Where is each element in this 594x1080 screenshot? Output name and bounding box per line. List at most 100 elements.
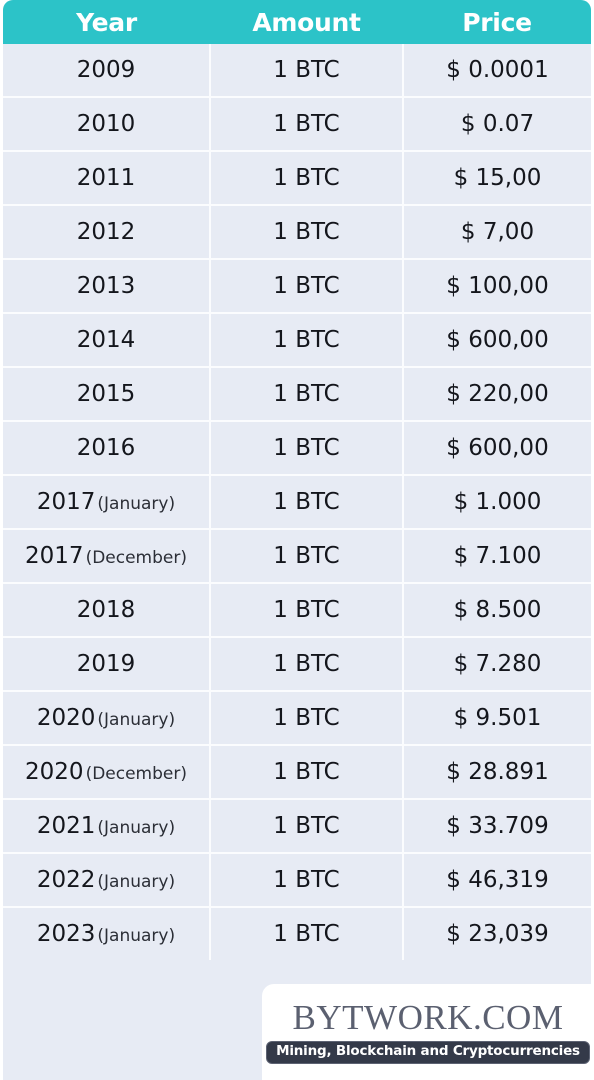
table-row: 2022 (January) 1 BTC $ 46,319: [3, 852, 591, 907]
bitcoin-price-table: Year Amount Price 2009 1 BTC $ 0.0001 2010 1…: [3, 0, 591, 960]
table-row: 2014 1 BTC $ 600,00: [3, 312, 591, 367]
cell-price: $ 0.07: [403, 96, 591, 151]
cell-amount: 1 BTC: [210, 474, 404, 529]
year-value: 2017: [36, 489, 96, 515]
cell-price: $ 600,00: [403, 420, 591, 475]
cell-year: 2012: [3, 204, 211, 259]
cell-amount: 1 BTC: [210, 44, 404, 97]
year-month-note: (January): [97, 494, 176, 514]
cell-amount: 1 BTC: [210, 204, 404, 259]
cell-year: 2017 (December): [3, 528, 211, 583]
table-row: 2013 1 BTC $ 100,00: [3, 258, 591, 313]
table-row: 2019 1 BTC $ 7.280: [3, 636, 591, 691]
cell-price: $ 7.280: [403, 636, 591, 691]
cell-amount: 1 BTC: [210, 150, 404, 205]
table-row: 2012 1 BTC $ 7,00: [3, 204, 591, 259]
cell-amount: 1 BTC: [210, 420, 404, 475]
table-row: 2017 (January) 1 BTC $ 1.000: [3, 474, 591, 529]
cell-amount: 1 BTC: [210, 96, 404, 151]
cell-price: $ 100,00: [403, 258, 591, 313]
cell-amount: 1 BTC: [210, 636, 404, 691]
year-month-note: (January): [97, 818, 176, 838]
year-month-note: (January): [97, 710, 176, 730]
table-row: 2010 1 BTC $ 0.07: [3, 96, 591, 151]
cell-year: 2020 (January): [3, 690, 211, 745]
table-row: 2011 1 BTC $ 15,00: [3, 150, 591, 205]
year-value: 2013: [76, 273, 136, 299]
table-row: 2020 (January) 1 BTC $ 9.501: [3, 690, 591, 745]
year-value: 2009: [76, 57, 136, 83]
cell-year: 2023 (January): [3, 906, 211, 960]
cell-year: 2019: [3, 636, 211, 691]
cell-amount: 1 BTC: [210, 366, 404, 421]
year-value: 2014: [76, 327, 136, 353]
cell-year: 2017 (January): [3, 474, 211, 529]
cell-price: $ 23,039: [403, 906, 591, 960]
cell-price: $ 8.500: [403, 582, 591, 637]
table-body: 2009 1 BTC $ 0.0001 2010 1 BTC $ 0.07 2011 1 BT…: [3, 44, 591, 960]
table-row: 2017 (December) 1 BTC $ 7.100: [3, 528, 591, 583]
year-value: 2019: [76, 651, 136, 677]
table-row: 2018 1 BTC $ 8.500: [3, 582, 591, 637]
table-header: Year Amount Price: [3, 0, 591, 44]
cell-price: $ 220,00: [403, 366, 591, 421]
logo-wordmark: BYTWORK.COM: [292, 998, 564, 1038]
cell-amount: 1 BTC: [210, 906, 404, 960]
watermark-logo: BYTWORK.COM Mining, Blockchain and Crypt…: [262, 984, 594, 1080]
cell-price: $ 33.709: [403, 798, 591, 853]
cell-year: 2013: [3, 258, 211, 313]
year-value: 2010: [76, 111, 136, 137]
cell-year: 2018: [3, 582, 211, 637]
table-row: 2016 1 BTC $ 600,00: [3, 420, 591, 475]
cell-year: 2014: [3, 312, 211, 367]
cell-amount: 1 BTC: [210, 744, 404, 799]
cell-year: 2011: [3, 150, 211, 205]
cell-year: 2022 (January): [3, 852, 211, 907]
cell-year: 2010: [3, 96, 211, 151]
year-value: 2015: [76, 381, 136, 407]
year-value: 2017: [25, 543, 84, 569]
bitcoin-price-table-container: Year Amount Price 2009 1 BTC $ 0.0001 2010 1…: [3, 0, 591, 978]
year-month-note: (January): [97, 926, 176, 946]
year-value: 2022: [36, 867, 96, 893]
year-value: 2012: [76, 219, 136, 245]
cell-price: $ 9.501: [403, 690, 591, 745]
year-value: 2011: [76, 165, 136, 191]
column-header-price: Price: [462, 7, 532, 37]
cell-price: $ 0.0001: [446, 57, 549, 83]
table-row: 2020 (December) 1 BTC $ 28.891: [3, 744, 591, 799]
cell-price: $ 46,319: [403, 852, 591, 907]
year-value: 2016: [76, 435, 136, 461]
table-header-row: Year Amount Price: [3, 0, 591, 44]
column-header-year: Year: [76, 7, 137, 37]
cell-year: 2016: [3, 420, 211, 475]
cell-price: $ 1.000: [403, 474, 591, 529]
year-value: 2020: [36, 705, 96, 731]
cell-amount: 1 BTC: [210, 528, 404, 583]
cell-year: 2021 (January): [3, 798, 211, 853]
page-root: Year Amount Price 2009 1 BTC $ 0.0001 2010 1…: [0, 0, 594, 1080]
year-value: 2023: [36, 921, 96, 947]
year-value: 2018: [76, 597, 136, 623]
table-row: 2009 1 BTC $ 0.0001: [3, 44, 591, 97]
cell-amount: 1 BTC: [210, 690, 404, 745]
cell-price: $ 28.891: [403, 744, 591, 799]
year-month-note: (January): [97, 872, 176, 892]
table-row: 2015 1 BTC $ 220,00: [3, 366, 591, 421]
year-value: 2020: [25, 759, 84, 785]
cell-amount: 1 BTC: [210, 852, 404, 907]
year-month-note: (December): [85, 764, 187, 784]
cell-price: $ 15,00: [403, 150, 591, 205]
cell-price: $ 7.100: [403, 528, 591, 583]
cell-year: 2009: [3, 44, 211, 97]
cell-amount: 1 BTC: [210, 258, 404, 313]
year-month-note: (December): [85, 548, 187, 568]
cell-year: 2020 (December): [3, 744, 211, 799]
cell-amount: 1 BTC: [210, 312, 404, 367]
cell-amount: 1 BTC: [210, 582, 404, 637]
column-header-amount: Amount: [252, 7, 361, 37]
cell-year: 2015: [3, 366, 211, 421]
cell-price: $ 7,00: [403, 204, 591, 259]
year-value: 2021: [36, 813, 96, 839]
table-row: 2023 (January) 1 BTC $ 23,039: [3, 906, 591, 960]
